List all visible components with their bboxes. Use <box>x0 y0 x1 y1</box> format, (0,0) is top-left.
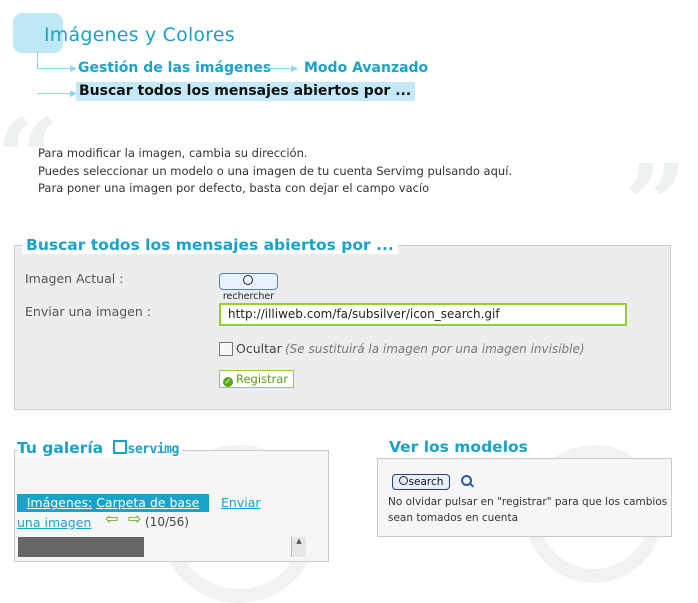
page-title: Imágenes y Colores <box>44 24 235 46</box>
servimg-logo-icon <box>112 440 127 454</box>
magnifier-icon <box>398 476 408 485</box>
close-quote-decoration: ” <box>624 140 688 269</box>
previous-page-icon[interactable]: ⇦ <box>105 511 118 527</box>
servimg-logo: servimg <box>127 442 180 457</box>
models-note: No olvidar pulsar en "registrar" para qu… <box>388 496 668 524</box>
gallery-scrollbar[interactable]: ▲ <box>291 537 306 557</box>
arrow-icon: ▶ <box>70 64 77 74</box>
upload-image-link[interactable]: una imagen <box>17 515 91 530</box>
gallery-thumbnail[interactable] <box>18 537 144 557</box>
register-button[interactable]: ✓ Registrar <box>219 370 294 388</box>
hide-note: (Se sustituirá la imagen por una imagen … <box>285 342 585 356</box>
breadcrumb-connector <box>37 52 38 69</box>
intro-text: Para modificar la imagen, cambia su dire… <box>38 145 512 198</box>
magnifier-icon <box>243 275 253 285</box>
breadcrumb-connector <box>264 68 294 69</box>
next-page-icon[interactable]: ⇨ <box>128 511 141 527</box>
current-image-label: Imagen Actual : <box>25 271 124 286</box>
check-icon: ✓ <box>223 377 233 387</box>
intro-line: Para poner una imagen por defecto, basta… <box>38 181 430 195</box>
current-image-preview: rechercher <box>219 273 278 302</box>
hide-checkbox[interactable] <box>219 342 233 356</box>
search-model-image[interactable]: search <box>392 474 450 490</box>
models-legend: Ver los modelos <box>385 438 532 456</box>
hide-label[interactable]: Ocultar <box>236 341 282 356</box>
intro-line: Para modificar la imagen, cambia su dire… <box>38 146 308 160</box>
gallery-legend: Tu galería servimg <box>17 439 182 457</box>
breadcrumb-connector <box>37 68 73 69</box>
upload-image-label: Enviar una imagen : <box>25 304 151 319</box>
form-legend: Buscar todos los mensajes abiertos por .… <box>22 236 398 254</box>
breadcrumb-item-gestion[interactable]: Gestión de las imágenes <box>78 60 271 76</box>
upload-image-link[interactable]: Enviar <box>221 495 261 510</box>
intro-line: Puedes seleccionar un modelo o una image… <box>38 163 513 178</box>
breadcrumb-connector <box>37 93 73 94</box>
image-form-panel <box>14 245 671 410</box>
breadcrumb-current: Buscar todos los mensajes abiertos por .… <box>76 82 416 101</box>
scroll-up-icon[interactable]: ▲ <box>292 537 306 545</box>
image-url-input[interactable]: http://illiweb.com/fa/subsilver/icon_sea… <box>219 303 627 326</box>
arrow-icon: ▶ <box>291 64 298 74</box>
page-counter: (10/56) <box>145 515 189 529</box>
breadcrumb-item-modo-avanzado[interactable]: Modo Avanzado <box>304 60 428 76</box>
